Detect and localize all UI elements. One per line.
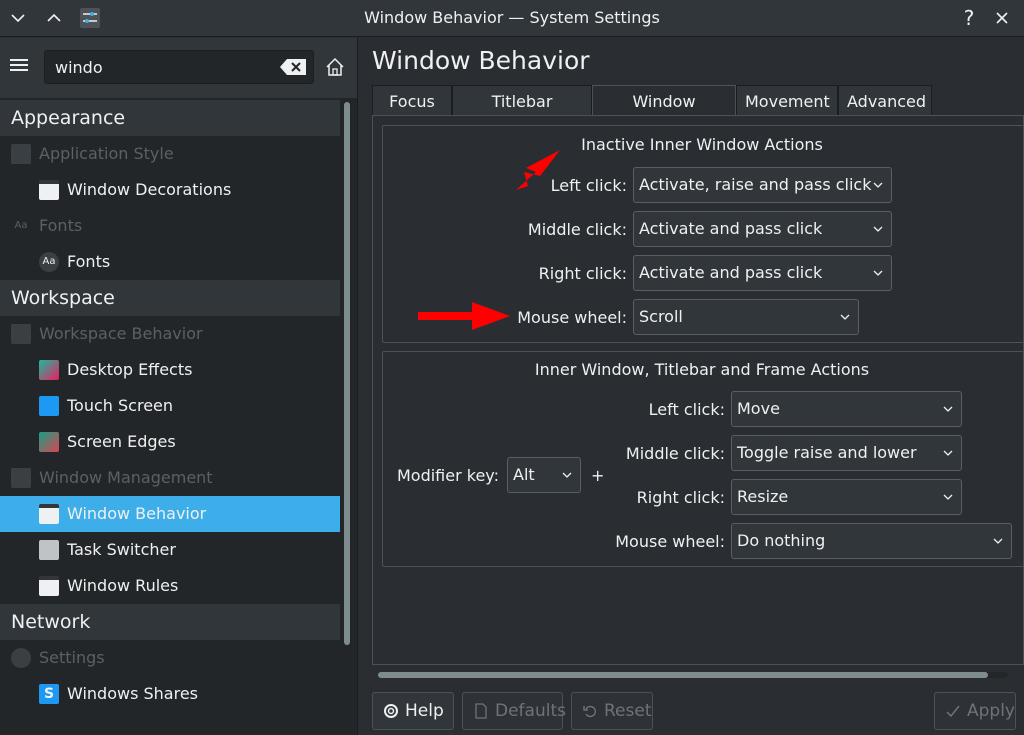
scrollbar-thumb[interactable] [378,672,988,678]
chevron-down-icon [873,270,883,276]
window-title: Window Behavior — System Settings [364,8,660,27]
sidebar-item-desktop-effects[interactable]: Desktop Effects [0,352,340,388]
sidebar-item-window-decorations[interactable]: Window Decorations [0,172,340,208]
touch-hand-icon [39,396,59,416]
screen-edges-icon [39,432,59,452]
mouse-wheel-select[interactable]: Do nothing [731,523,1012,559]
right-click-label: Right click: [636,488,725,507]
middle-click-select[interactable]: Toggle raise and lower [731,435,962,471]
right-click-select[interactable]: Resize [731,479,962,515]
help-question-icon[interactable]: ? [955,4,983,32]
tab-titlebar-actions[interactable]: Titlebar Actions [452,85,592,142]
tab-window-actions[interactable]: Window Actions [592,85,736,142]
sidebar-item-fonts[interactable]: Aa Fonts [0,244,340,280]
modifier-key-select[interactable]: Alt [507,457,581,493]
apply-button[interactable]: Apply [934,692,1016,730]
sidebar-item-window-behavior[interactable]: Window Behavior [0,496,340,532]
undo-icon [583,705,596,718]
sidebar-item-fonts-category: Aa Fonts [0,208,340,244]
chevron-down-icon [943,450,953,456]
chevron-down-icon [873,182,883,188]
close-icon[interactable] [988,4,1016,32]
middle-click-select[interactable]: Activate and pass click [633,211,892,247]
category-network: Network [0,604,340,640]
sidebar-item-application-style: Application Style [0,136,340,172]
help-button[interactable]: Help [372,692,454,730]
chevron-down-icon [993,538,1003,544]
category-workspace: Workspace [0,280,340,316]
tab-movement[interactable]: Movement [736,85,838,116]
window-management-icon [11,468,31,488]
mouse-wheel-label: Mouse wheel: [615,532,725,551]
window-actions-panel: Inactive Inner Window Actions Left click… [372,115,1024,665]
sidebar-item-network-settings: Settings [0,640,340,676]
sidebar-item-screen-edges[interactable]: Screen Edges [0,424,340,460]
desktop-effects-icon [39,360,59,380]
task-switcher-icon [39,540,59,560]
title-bar: Window Behavior — System Settings ? [0,0,1024,37]
sidebar-item-workspace-behavior: Workspace Behavior [0,316,340,352]
home-icon[interactable] [324,56,346,78]
search-field[interactable] [44,50,314,84]
left-click-label: Left click: [648,400,725,419]
chevron-down-icon [840,314,850,320]
left-click-select[interactable]: Activate, raise and pass click [633,167,892,203]
reset-button[interactable]: Reset [571,692,653,730]
chevron-down-icon [873,226,883,232]
sidebar-scrollbar[interactable] [342,102,352,735]
sidebar-item-windows-shares[interactable]: S Windows Shares [0,676,340,712]
tab-focus[interactable]: Focus [372,85,452,116]
search-input[interactable] [55,56,275,78]
scrollbar-thumb[interactable] [344,102,350,645]
clear-search-icon[interactable] [279,58,307,76]
globe-icon [11,648,31,668]
red-arrow-annotation-icon [516,150,560,190]
sidebar-item-window-rules[interactable]: Window Rules [0,568,340,604]
fonts-icon: Aa [39,252,59,272]
group-title: Inactive Inner Window Actions [581,135,823,154]
document-icon [475,703,487,719]
sidebar: Appearance Application Style Window Deco… [0,38,358,735]
mouse-wheel-select[interactable]: Scroll [633,299,859,335]
plus-sign: + [591,466,605,485]
window-decorations-icon [39,180,59,200]
sidebar-item-window-management: Window Management [0,460,340,496]
sidebar-list: Appearance Application Style Window Deco… [0,100,340,712]
brush-icon [11,144,31,164]
defaults-button[interactable]: Defaults [462,692,566,730]
page-title: Window Behavior [372,46,590,75]
chevron-down-icon [943,406,953,412]
right-click-label: Right click: [538,264,627,283]
inner-window-titlebar-frame-actions-group: Inner Window, Titlebar and Frame Actions… [382,351,1024,567]
red-arrow-annotation-icon [418,302,510,330]
horizontal-scrollbar[interactable] [378,672,1008,678]
group-title: Inner Window, Titlebar and Frame Actions [534,360,870,379]
workspace-icon [11,324,31,344]
category-appearance: Appearance [0,100,340,136]
right-click-select[interactable]: Activate and pass click [633,255,892,291]
sidebar-item-task-switcher[interactable]: Task Switcher [0,532,340,568]
window-rules-icon [39,576,59,596]
chevron-down-icon [562,472,572,478]
modifier-key-label: Modifier key: [396,466,499,485]
help-lifebuoy-icon [384,704,398,718]
sidebar-item-touch-screen[interactable]: Touch Screen [0,388,340,424]
fonts-icon: Aa [14,220,28,231]
checkmark-icon [946,705,960,718]
samba-icon: S [39,684,59,704]
chevron-down-icon [943,494,953,500]
middle-click-label: Middle click: [625,444,725,463]
sidebar-header [0,38,357,98]
hamburger-menu-icon[interactable] [10,56,32,78]
middle-click-label: Middle click: [527,220,627,239]
window-behavior-icon [39,504,59,524]
tab-bar: Focus Titlebar Actions Window Actions Mo… [372,85,932,142]
tab-advanced[interactable]: Advanced [838,85,932,116]
left-click-select[interactable]: Move [731,391,962,427]
